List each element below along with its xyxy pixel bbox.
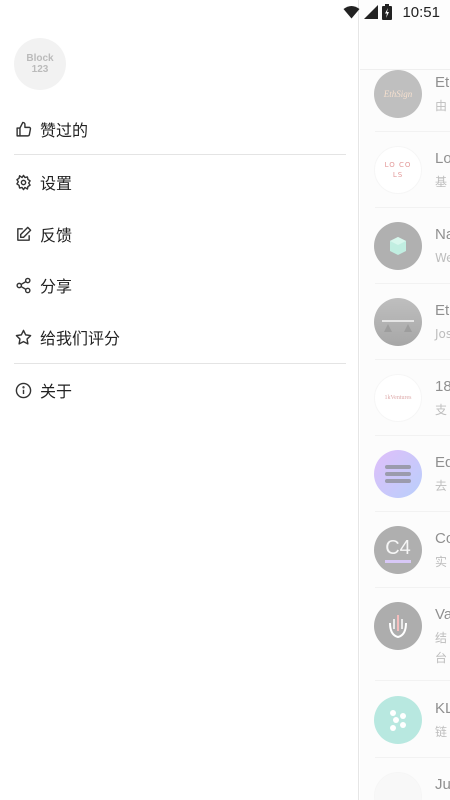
menu-label-feedback: 反馈 <box>40 226 73 245</box>
menu-item-liked[interactable]: 赞过的 <box>0 106 359 152</box>
list-item[interactable]: C4 Co 实 <box>360 526 450 588</box>
list-item-subtitle: 链 <box>435 725 448 739</box>
list-item-title: Eq <box>435 454 450 471</box>
list-item[interactable]: LO CO LS Lo 基 <box>360 146 450 208</box>
wifi-icon <box>343 5 360 19</box>
divider <box>375 435 450 436</box>
list-item-title: Na <box>435 226 450 243</box>
avatar-underline <box>385 560 411 563</box>
menu-label-about: 关于 <box>40 382 73 401</box>
menu-item-about[interactable]: 关于 <box>0 367 359 413</box>
list-item[interactable]: 1kVentures 18 支 <box>360 374 450 436</box>
list-item[interactable]: Va 结 台 <box>360 602 450 680</box>
list-item-title: Va <box>435 606 450 623</box>
list-item[interactable]: Eth Jos <box>360 298 450 360</box>
gear-icon <box>14 173 32 191</box>
forest-avatar <box>374 298 422 346</box>
edit-icon <box>14 225 32 243</box>
divider <box>375 207 450 208</box>
hand-icon <box>389 615 407 639</box>
star-icon <box>14 328 32 346</box>
status-time: 10:51 <box>402 3 440 21</box>
stack-icon <box>385 465 411 483</box>
list-item[interactable]: KL 链 <box>360 696 450 758</box>
app-logo: Block 123 <box>14 38 66 90</box>
menu-label-rate-us: 给我们评分 <box>40 329 121 348</box>
avatar-text: C4 <box>385 537 411 559</box>
menu-item-share[interactable]: 分享 <box>0 262 359 308</box>
list-item-subtitle: 结 <box>435 631 448 645</box>
battery-icon <box>382 4 393 20</box>
navigation-drawer: Block 123 赞过的 设置 反馈 分享 给我们评分 关于 <box>0 0 359 800</box>
list-item[interactable]: Eq 去 <box>360 450 450 512</box>
locols-avatar: LO CO LS <box>374 146 422 194</box>
cube-icon <box>390 237 406 255</box>
menu-label-settings: 设置 <box>40 174 73 193</box>
list-item-title: Lo <box>435 150 450 167</box>
list-item-title: Ju <box>435 776 450 793</box>
status-bar: 10:51 <box>0 0 450 24</box>
list-item[interactable]: Na We <box>360 222 450 284</box>
list-item-subtitle: 基 <box>435 175 448 189</box>
list-item-title: KL <box>435 700 450 717</box>
divider <box>375 587 450 588</box>
c4-avatar: C4 <box>374 526 422 574</box>
dots-icon <box>390 710 406 731</box>
list-item-subtitle: 支 <box>435 403 448 417</box>
share-icon <box>14 276 32 294</box>
menu-label-liked: 赞过的 <box>40 121 89 140</box>
cube-avatar <box>374 222 422 270</box>
list-item-title: 18 <box>435 378 450 395</box>
menu-divider <box>14 363 346 364</box>
list-item[interactable]: EthSign Eth 由 <box>360 70 450 132</box>
list-item-title: Eth <box>435 74 450 91</box>
menu-item-feedback[interactable]: 反馈 <box>0 211 359 257</box>
list-item-subtitle: 实 <box>435 555 448 569</box>
ju-avatar <box>374 772 422 800</box>
menu-label-share: 分享 <box>40 277 73 296</box>
list-item[interactable]: Ju <box>360 772 450 800</box>
thumbs-up-icon <box>14 120 32 138</box>
kl-avatar <box>374 696 422 744</box>
menu-item-rate-us[interactable]: 给我们评分 <box>0 314 359 360</box>
divider <box>375 511 450 512</box>
list-item-title: Eth <box>435 302 450 319</box>
ethsign-avatar: EthSign <box>374 70 422 118</box>
avatar-text: LO CO LS <box>384 161 412 179</box>
logo-line-1: Block <box>26 53 54 64</box>
divider <box>375 131 450 132</box>
list-item-title: Co <box>435 530 450 547</box>
hand-avatar <box>374 602 422 650</box>
avatar-text: 1kVentures <box>384 395 412 401</box>
avatar-text: EthSign <box>383 89 413 99</box>
equilibrium-avatar <box>374 450 422 498</box>
list-item-subtitle-line2: 台 <box>435 651 448 665</box>
divider <box>375 757 450 758</box>
divider <box>375 359 450 360</box>
list-item-subtitle: Jos <box>435 327 450 341</box>
list-item-subtitle: We <box>435 251 450 265</box>
list-item-subtitle: 由 <box>435 99 448 113</box>
menu-divider <box>14 154 346 155</box>
divider <box>375 680 450 681</box>
background-app: EthSign Eth 由 LO CO LS Lo 基 Na We <box>360 0 450 800</box>
info-icon <box>14 381 32 399</box>
forest-icon <box>382 320 414 332</box>
ventures-avatar: 1kVentures <box>374 374 422 422</box>
divider <box>375 283 450 284</box>
menu-item-settings[interactable]: 设置 <box>0 159 359 205</box>
list-item-subtitle: 去 <box>435 479 448 493</box>
signal-icon <box>364 5 379 19</box>
logo-line-2: 123 <box>31 64 49 75</box>
